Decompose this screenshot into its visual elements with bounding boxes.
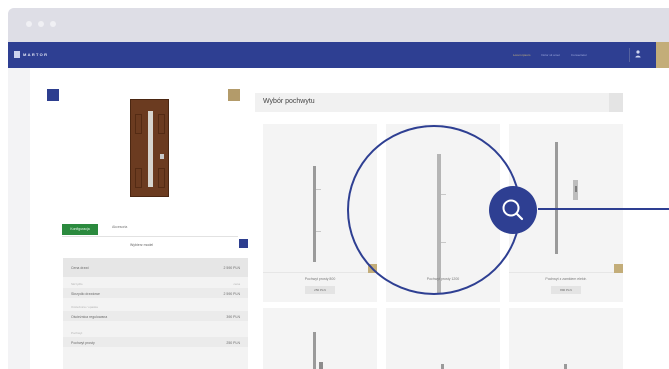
door-panel: [135, 168, 142, 188]
price-row: Pochwyt prosty 250 PLN: [63, 337, 248, 347]
price-row-value: 2 590 PLN: [223, 292, 240, 296]
handle-card-price: 250 PLN: [305, 286, 335, 294]
top-navbar: MARTOR Lorem ipsum Dolor sit amet Consec…: [8, 42, 669, 68]
door-handle: [160, 154, 164, 159]
handle-card-label: Pochwyt z zamkiem elektr.: [545, 277, 587, 281]
price-row-label: Skrzydło drzwiowe: [71, 292, 100, 296]
price-row: Ościeżnica regulowana 390 PLN: [63, 311, 248, 321]
handle-card-label: Pochwyt prosty 800: [304, 277, 336, 281]
tab-configuration[interactable]: Konfiguracja: [62, 224, 98, 235]
select-handle-button[interactable]: [614, 264, 623, 273]
section-toggle-button[interactable]: [609, 93, 623, 112]
price-row-label: Pochwyt prosty: [71, 341, 95, 345]
model-selector[interactable]: Wybierz model: [130, 243, 153, 247]
handle-bar: [441, 364, 444, 369]
handle-mount: [316, 231, 321, 232]
user-icon[interactable]: [635, 50, 641, 61]
handles-section-header: Wybór pochwytu: [255, 93, 623, 112]
door-preview-image: [130, 99, 169, 197]
handle-card-price: 890 PLN: [551, 286, 581, 294]
handle-bar: [313, 166, 316, 262]
price-summary: Cena drzwi 2 590 PLN Skrzydło cena Skrzy…: [63, 258, 248, 369]
price-header-value: 2 590 PLN: [223, 266, 240, 270]
browser-titlebar: [8, 8, 669, 42]
nav-link-2[interactable]: Dolor sit amet: [541, 53, 560, 57]
handle-lock: [319, 362, 323, 369]
price-row-sub-value: cena: [233, 282, 240, 286]
price-header: Cena drzwi 2 590 PLN: [63, 258, 248, 277]
door-panel: [158, 168, 165, 188]
handle-bar: [564, 364, 567, 369]
window-dot[interactable]: [26, 21, 32, 27]
handle-bar: [313, 332, 316, 369]
door-glass-strip: [148, 111, 153, 187]
nav-link-3[interactable]: Consectetur: [571, 53, 587, 57]
next-door-button[interactable]: [228, 89, 240, 101]
price-row-value: 250 PLN: [226, 341, 240, 345]
tab-accessories[interactable]: Akcesoria: [112, 225, 127, 229]
price-row-sub-label: Skrzydło: [71, 282, 83, 286]
lock-keyhole: [575, 186, 577, 192]
window-dot[interactable]: [50, 21, 56, 27]
price-header-label: Cena drzwi: [71, 266, 89, 270]
tab-underline: [62, 236, 238, 237]
logo-text: MARTOR: [23, 52, 49, 57]
nav-accent-button[interactable]: [656, 42, 669, 68]
section-title: Wybór pochwytu: [263, 98, 315, 105]
price-row-value: 390 PLN: [226, 315, 240, 319]
price-row-sub-label: Pochwyt: [71, 331, 83, 335]
brand-logo[interactable]: MARTOR: [14, 51, 48, 58]
user-icon-svg: [635, 50, 641, 58]
selector-arrow-button[interactable]: [239, 239, 248, 248]
zoom-pointer-line: [538, 208, 669, 210]
card-divider: [509, 272, 623, 273]
handle-card[interactable]: [509, 308, 623, 369]
prev-door-button[interactable]: [47, 89, 59, 101]
door-panel: [158, 114, 165, 134]
nav-links: Lorem ipsum Dolor sit amet Consectetur: [513, 53, 598, 57]
price-row-label: Ościeżnica regulowana: [71, 315, 108, 319]
nav-link-1[interactable]: Lorem ipsum: [513, 53, 530, 57]
price-row: Skrzydło drzwiowe 2 590 PLN: [63, 288, 248, 298]
handle-mount: [316, 189, 321, 190]
nav-divider: [629, 48, 630, 62]
window-dot[interactable]: [38, 21, 44, 27]
logo-mark-icon: [14, 51, 20, 58]
magnifier-icon-svg: [502, 199, 524, 221]
browser-window: MARTOR Lorem ipsum Dolor sit amet Consec…: [8, 8, 669, 369]
magnifier-icon[interactable]: [489, 186, 537, 234]
card-divider: [263, 272, 377, 273]
handle-card[interactable]: [386, 308, 500, 369]
price-row-sub-label: Ościeżnica / opaska: [71, 305, 98, 309]
handle-bar: [555, 142, 558, 254]
handle-card[interactable]: [263, 308, 377, 369]
door-panel: [135, 114, 142, 134]
